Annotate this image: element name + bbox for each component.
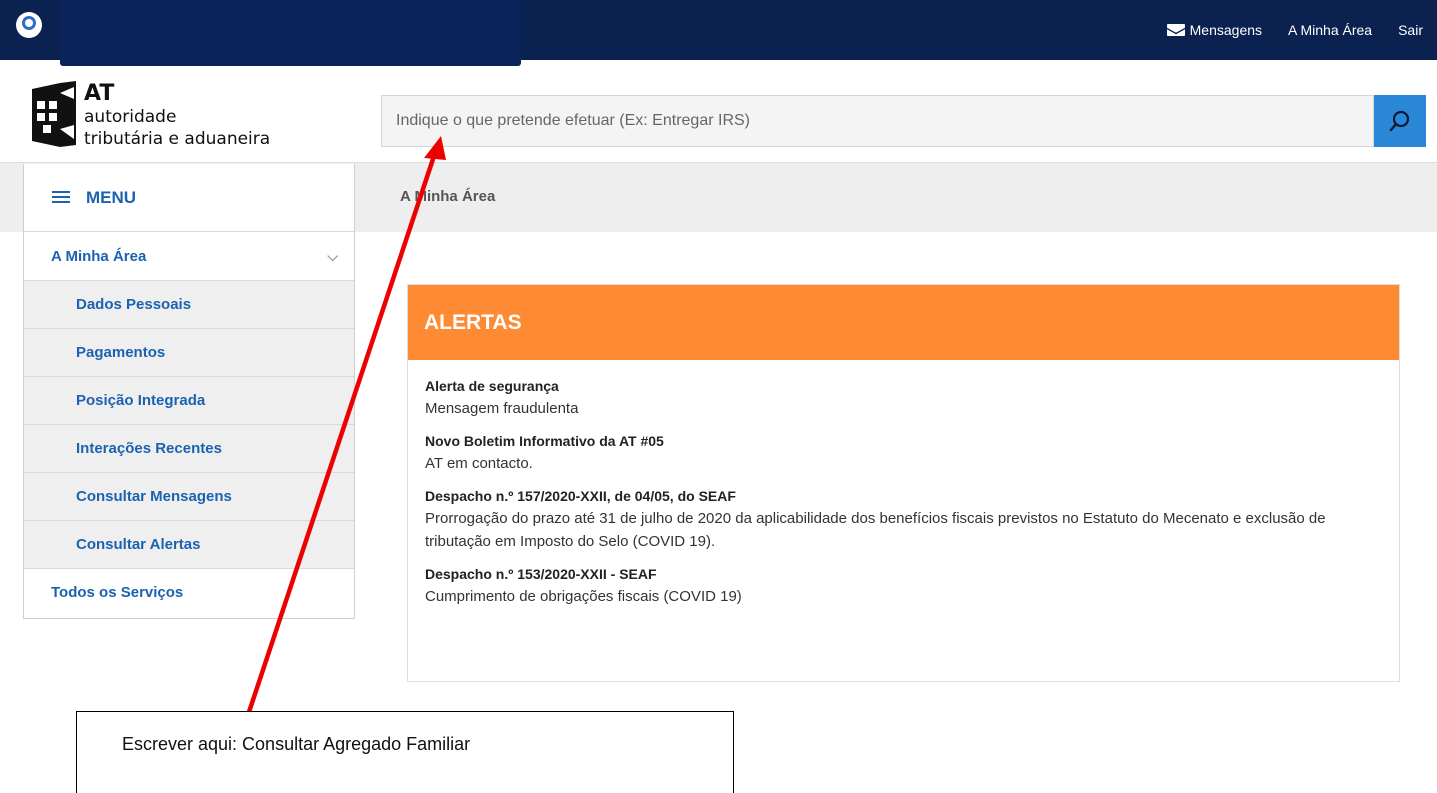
alert-title: Despacho n.º 157/2020-XXII, de 04/05, do… xyxy=(425,488,736,504)
menu-toggle[interactable]: MENU xyxy=(24,164,354,232)
alert-body: AT em contacto. xyxy=(425,455,533,472)
alerts-header: ALERTAS xyxy=(408,285,1399,360)
sidebar-item-label: A Minha Área xyxy=(51,247,147,265)
alert-body: Prorrogação do prazo até 31 de julho de … xyxy=(425,510,1326,550)
messages-link[interactable]: Mensagens xyxy=(1166,22,1263,38)
alerts-card: ALERTAS Alerta de segurança Mensagem fra… xyxy=(407,284,1400,682)
hamburger-icon xyxy=(52,191,70,204)
envelope-icon xyxy=(1166,24,1185,36)
breadcrumb: A Minha Área xyxy=(400,188,496,205)
sidebar-item-alerts[interactable]: Consultar Alertas xyxy=(24,521,354,569)
sidebar-item-integrated-position[interactable]: Posição Integrada xyxy=(24,377,354,425)
brand-line-2: autoridade xyxy=(84,107,177,127)
logout-label: Sair xyxy=(1398,22,1423,38)
sidebar-item-label: Dados Pessoais xyxy=(76,296,192,313)
at-logo[interactable]: AT autoridade tributária e aduaneira xyxy=(30,77,310,153)
alerts-list: Alerta de segurança Mensagem fraudulenta… xyxy=(408,360,1399,608)
alert-body: Cumprimento de obrigações fiscais (COVID… xyxy=(425,588,742,605)
brand-line-1: AT xyxy=(84,81,115,106)
sidebar-item-label: Consultar Alertas xyxy=(76,536,201,553)
sidebar-item-all-services[interactable]: Todos os Serviços xyxy=(24,569,354,616)
my-area-label: A Minha Área xyxy=(1288,22,1373,38)
top-bar-block xyxy=(60,0,521,66)
sidebar-item-label: Pagamentos xyxy=(76,344,166,361)
at-emblem-icon xyxy=(32,81,76,147)
sidebar-item-my-area[interactable]: A Minha Área ⌵ xyxy=(24,232,354,281)
alert-title: Novo Boletim Informativo da AT #05 xyxy=(425,433,664,449)
messages-label: Mensagens xyxy=(1189,22,1263,38)
my-area-link[interactable]: A Minha Área xyxy=(1288,22,1372,38)
portal-logo-icon[interactable] xyxy=(16,12,42,38)
annotation-text: Escrever aqui: Consultar Agregado Famili… xyxy=(122,734,471,754)
chevron-down-icon: ⌵ xyxy=(327,247,338,264)
annotation-note: Escrever aqui: Consultar Agregado Famili… xyxy=(76,711,734,793)
alert-item[interactable]: Despacho n.º 153/2020-XXII - SEAF Cumpri… xyxy=(425,565,1382,608)
alert-body: Mensagem fraudulenta xyxy=(425,400,579,417)
search-box xyxy=(381,95,1374,147)
top-bar: Mensagens A Minha Área Sair xyxy=(0,0,1437,66)
sidebar-item-payments[interactable]: Pagamentos xyxy=(24,329,354,377)
sidebar-item-messages[interactable]: Consultar Mensagens xyxy=(24,473,354,521)
sidebar-item-label: Posição Integrada xyxy=(76,392,206,409)
sidebar-menu: MENU A Minha Área ⌵ Dados Pessoais Pagam… xyxy=(23,164,355,619)
sidebar-item-label: Todos os Serviços xyxy=(51,584,184,601)
search-button[interactable] xyxy=(1374,95,1426,147)
sidebar-item-label: Interações Recentes xyxy=(76,440,222,457)
sidebar-item-recent-interactions[interactable]: Interações Recentes xyxy=(24,425,354,473)
search-icon xyxy=(1389,110,1410,132)
alert-title: Despacho n.º 153/2020-XXII - SEAF xyxy=(425,566,657,582)
sidebar-item-label: Consultar Mensagens xyxy=(76,488,232,505)
alert-item[interactable]: Alerta de segurança Mensagem fraudulenta xyxy=(425,377,1382,420)
alert-title: Alerta de segurança xyxy=(425,378,559,394)
alert-item[interactable]: Despacho n.º 157/2020-XXII, de 04/05, do… xyxy=(425,487,1382,553)
top-nav: Mensagens A Minha Área Sair xyxy=(1166,0,1437,60)
sidebar-item-personal-data[interactable]: Dados Pessoais xyxy=(24,281,354,329)
search-input[interactable] xyxy=(382,96,1373,146)
logout-link[interactable]: Sair xyxy=(1398,22,1423,38)
menu-label: MENU xyxy=(86,187,137,207)
alert-item[interactable]: Novo Boletim Informativo da AT #05 AT em… xyxy=(425,432,1382,475)
brand-line-3: tributária e aduaneira xyxy=(84,129,271,149)
